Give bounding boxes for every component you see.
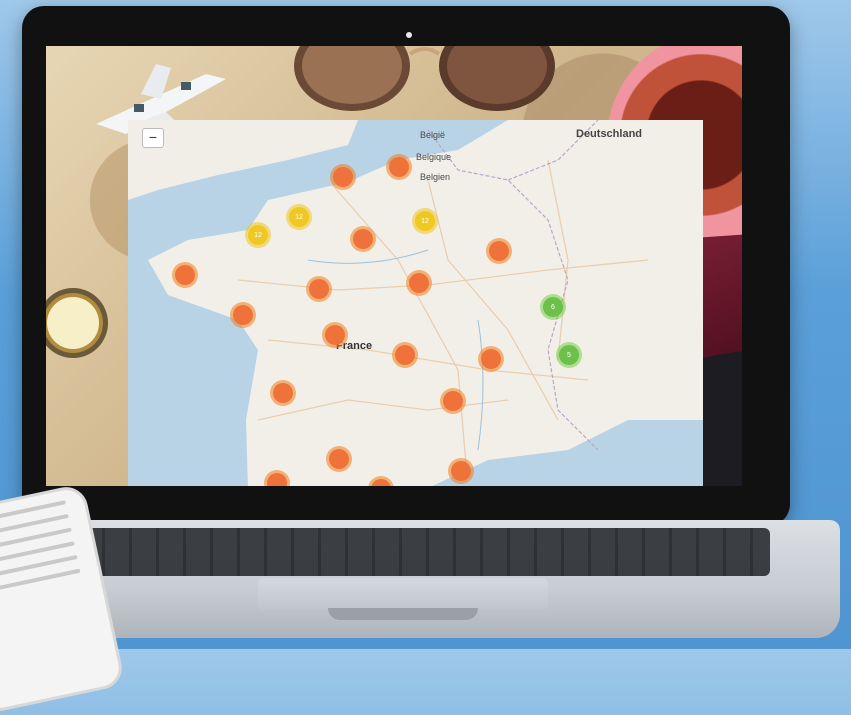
map-cluster-marker[interactable] bbox=[306, 276, 332, 302]
map-base bbox=[128, 120, 703, 486]
map-cluster-marker[interactable]: 12 bbox=[245, 222, 271, 248]
trackpad bbox=[258, 578, 548, 610]
country-label-deutschland: Deutschland bbox=[576, 128, 643, 140]
map-cluster-marker[interactable] bbox=[350, 226, 376, 252]
map-cluster-marker[interactable]: 6 bbox=[540, 294, 566, 320]
zoom-out-button[interactable]: − bbox=[142, 128, 164, 148]
cluster-map[interactable]: − Deutschland France België Belgique Bel… bbox=[128, 120, 703, 486]
map-cluster-marker[interactable]: 12 bbox=[412, 208, 438, 234]
map-cluster-marker[interactable] bbox=[386, 154, 412, 180]
webcam bbox=[406, 32, 412, 38]
keyboard bbox=[78, 528, 770, 576]
map-cluster-marker[interactable]: 12 bbox=[286, 204, 312, 230]
map-cluster-marker[interactable]: 5 bbox=[556, 342, 582, 368]
map-cluster-marker[interactable] bbox=[322, 322, 348, 348]
laptop-lid: − Deutschland France België Belgique Bel… bbox=[22, 6, 790, 526]
map-cluster-marker[interactable] bbox=[326, 446, 352, 472]
place-label-belgie: België bbox=[420, 130, 446, 140]
map-cluster-marker[interactable] bbox=[392, 342, 418, 368]
map-cluster-marker[interactable] bbox=[270, 380, 296, 406]
laptop-base bbox=[8, 520, 840, 638]
place-label-belgique: Belgique bbox=[416, 152, 452, 162]
map-cluster-marker[interactable] bbox=[448, 458, 474, 484]
laptop-screen: − Deutschland France België Belgique Bel… bbox=[46, 46, 742, 486]
map-cluster-marker[interactable] bbox=[478, 346, 504, 372]
sunglasses-icon bbox=[294, 46, 555, 111]
phone-screen-content bbox=[0, 496, 98, 597]
map-cluster-marker[interactable] bbox=[406, 270, 432, 296]
map-cluster-marker[interactable] bbox=[230, 302, 256, 328]
laptop-notch bbox=[328, 608, 478, 620]
map-cluster-marker[interactable] bbox=[172, 262, 198, 288]
map-cluster-marker[interactable] bbox=[486, 238, 512, 264]
map-cluster-marker[interactable] bbox=[330, 164, 356, 190]
place-label-belgien: Belgien bbox=[420, 172, 451, 182]
map-cluster-marker[interactable] bbox=[440, 388, 466, 414]
